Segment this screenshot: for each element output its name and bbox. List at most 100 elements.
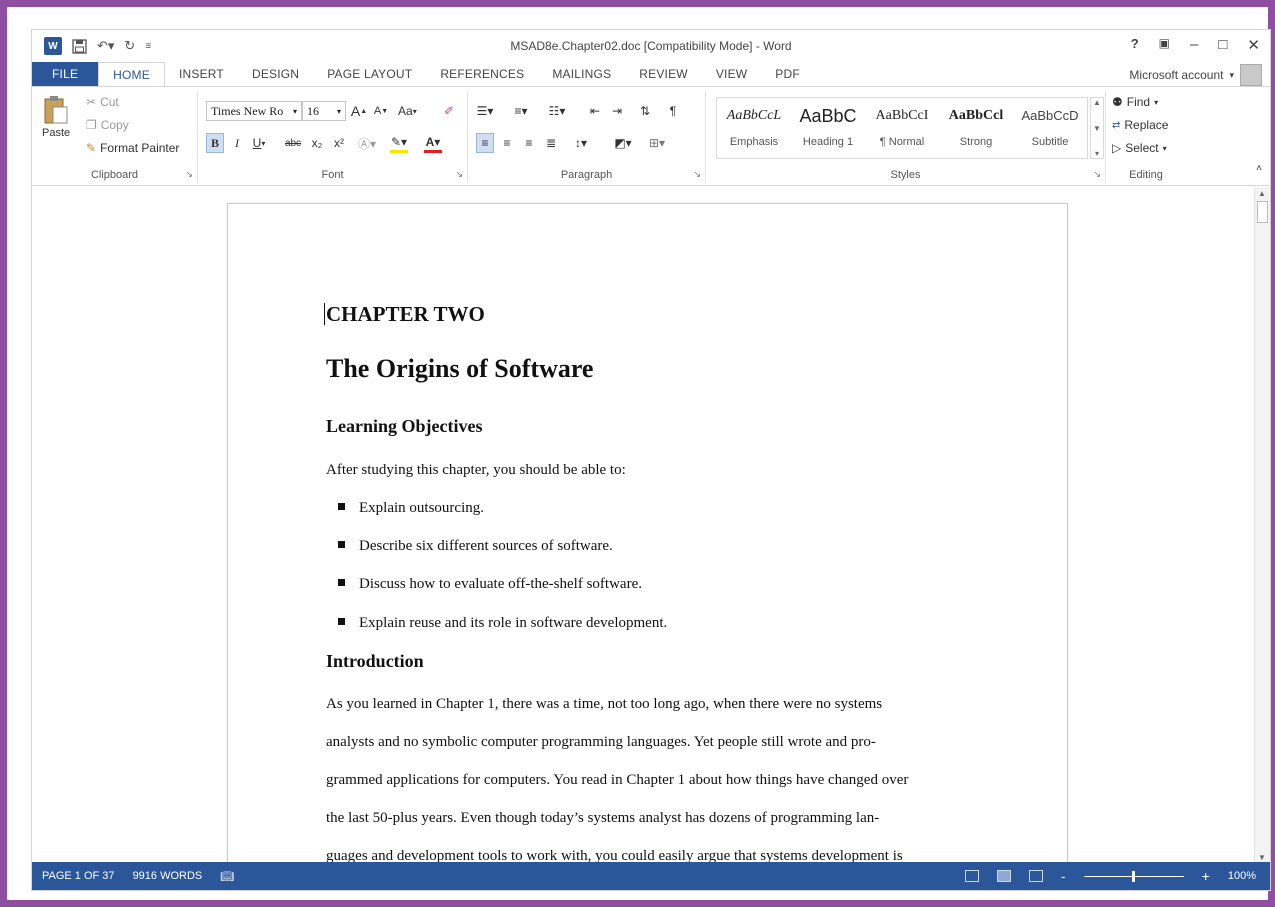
align-left-icon[interactable]: ≡ [476, 133, 494, 153]
minimize-button[interactable]: – [1190, 36, 1198, 54]
grow-font-icon[interactable]: A ▲ [350, 101, 368, 121]
page-count[interactable]: PAGE 1 OF 37 [42, 870, 115, 882]
maximize-button[interactable]: □ [1218, 36, 1227, 54]
ribbon-display-icon[interactable]: ▣ [1159, 36, 1170, 54]
word-count[interactable]: 9916 WORDS [133, 870, 203, 882]
clipboard-group-label: Clipboard [90, 169, 139, 181]
chapter-label: CHAPTER TWO [326, 302, 485, 326]
numbering-icon[interactable]: ≡▾ [512, 101, 530, 121]
replace-icon: ⇄ [1112, 119, 1121, 131]
chevron-up-icon[interactable]: ▲ [1093, 98, 1101, 107]
align-right-icon[interactable]: ≡ [520, 133, 538, 153]
font-size-value: 16 [307, 103, 319, 118]
help-icon[interactable]: ? [1131, 36, 1139, 54]
word-window: W ↶▾ ↻ ≡ MSAD8e.Chapter02.doc [Compatibi… [31, 29, 1271, 891]
avatar[interactable] [1240, 64, 1262, 86]
style-name: Strong [959, 136, 993, 148]
strikethrough-button[interactable]: abc [284, 133, 302, 153]
close-button[interactable]: ✕ [1247, 36, 1260, 54]
more-icon[interactable]: ▾ [1095, 149, 1099, 158]
chevron-down-icon: ▾ [292, 106, 297, 116]
pilcrow-icon[interactable]: ¶ [664, 101, 682, 121]
highlight-color-icon[interactable]: ✎▾ [390, 133, 408, 153]
font-name-select[interactable]: Times New Ro ▾ [206, 101, 302, 121]
style-strong[interactable]: AaBbCcl Strong [939, 102, 1013, 156]
style-subtitle[interactable]: AaBbCcD Subtitle [1013, 102, 1087, 156]
copy-button[interactable]: ❐ Copy [86, 118, 129, 132]
cut-button[interactable]: ✂ Cut [86, 95, 119, 109]
format-painter-button[interactable]: ✎ Format Painter [86, 141, 179, 155]
font-size-select[interactable]: 16 ▾ [302, 101, 346, 121]
zoom-in-button[interactable]: + [1202, 868, 1210, 884]
styles-group-label: Styles [890, 169, 921, 181]
tab-insert[interactable]: INSERT [165, 62, 238, 86]
multilevel-list-icon[interactable]: ☷▾ [548, 101, 566, 121]
style-normal[interactable]: AaBbCcI ¶ Normal [865, 102, 939, 156]
clear-formatting-icon[interactable]: ✐ [440, 101, 458, 121]
find-button[interactable]: ⚉ Find ▾ [1112, 95, 1158, 109]
objectives-intro: After studying this chapter, you should … [326, 462, 626, 478]
style-emphasis[interactable]: AaBbCcL Emphasis [717, 102, 791, 156]
vertical-scrollbar[interactable]: ▲ ▼ [1254, 187, 1270, 864]
change-case-button[interactable]: Aa ▾ [398, 101, 417, 121]
dialog-launcher-icon[interactable]: ↘ [1093, 169, 1101, 180]
replace-button[interactable]: ⇄ Replace [1112, 118, 1168, 132]
tab-references[interactable]: REFERENCES [426, 62, 538, 86]
tab-view[interactable]: VIEW [702, 62, 761, 86]
tab-file[interactable]: FILE [32, 62, 99, 86]
zoom-level[interactable]: 100% [1228, 870, 1256, 882]
document-page[interactable]: CHAPTER TWO The Origins of Software Lear… [227, 203, 1068, 864]
bold-button[interactable]: B [206, 133, 224, 153]
tab-design[interactable]: DESIGN [238, 62, 313, 86]
bullets-icon[interactable]: ☰▾ [476, 101, 494, 121]
scroll-up-icon[interactable]: ▲ [1258, 189, 1266, 198]
proofing-icon[interactable]: 📖︎ [220, 870, 234, 883]
italic-button[interactable]: I [228, 133, 246, 153]
font-color-icon[interactable]: A▾ [424, 133, 442, 153]
justify-icon[interactable]: ≣ [542, 133, 560, 153]
collapse-ribbon-icon[interactable]: ˄ [1256, 163, 1262, 174]
zoom-slider[interactable] [1083, 870, 1184, 882]
chevron-down-icon[interactable]: ▼ [1093, 124, 1101, 133]
ribbon-tabs: FILE HOME INSERT DESIGN PAGE LAYOUT REFE… [32, 62, 1270, 86]
borders-icon[interactable]: ⊞▾ [648, 133, 666, 153]
style-preview: AaBbCcl [948, 108, 1004, 123]
align-center-icon[interactable]: ≡ [498, 133, 516, 153]
scrollbar-thumb[interactable] [1257, 201, 1268, 223]
shading-icon[interactable]: ◩▾ [614, 133, 632, 153]
text-effects-icon[interactable]: Ⓐ▾ [358, 133, 376, 153]
window-title: MSAD8e.Chapter02.doc [Compatibility Mode… [510, 39, 792, 53]
print-layout-icon[interactable] [997, 870, 1011, 882]
select-button[interactable]: ▷ Select ▾ [1112, 141, 1167, 155]
scissors-icon: ✂ [86, 95, 97, 109]
styles-gallery-scroll[interactable]: ▲ ▼ ▾ [1090, 97, 1104, 159]
superscript-button[interactable]: x² [330, 133, 348, 153]
dialog-launcher-icon[interactable]: ↘ [693, 169, 701, 180]
paste-button[interactable]: Paste [42, 95, 70, 139]
tab-mailings[interactable]: MAILINGS [538, 62, 625, 86]
decrease-indent-icon[interactable]: ⇤ [586, 101, 604, 121]
tab-home[interactable]: HOME [98, 62, 165, 86]
styles-group: AaBbCcL Emphasis AaBbC Heading 1 AaBbCcI… [706, 91, 1106, 183]
shrink-font-icon[interactable]: A ▼ [372, 101, 390, 121]
tab-review[interactable]: REVIEW [625, 62, 702, 86]
tab-page-layout[interactable]: PAGE LAYOUT [313, 62, 426, 86]
read-mode-icon[interactable] [965, 870, 979, 882]
subscript-button[interactable]: x₂ [308, 133, 326, 153]
brush-icon: ✎ [86, 141, 97, 155]
paste-label: Paste [42, 127, 71, 139]
line-spacing-icon[interactable]: ↕▾ [572, 133, 590, 153]
scroll-down-icon[interactable]: ▼ [1258, 853, 1266, 862]
dialog-launcher-icon[interactable]: ↘ [185, 169, 193, 180]
sort-icon[interactable]: ⇅ [636, 101, 654, 121]
tab-pdf[interactable]: PDF [761, 62, 814, 86]
underline-button[interactable]: U ▾ [250, 133, 268, 153]
zoom-out-button[interactable]: - [1061, 868, 1066, 884]
dialog-launcher-icon[interactable]: ↘ [455, 169, 463, 180]
increase-indent-icon[interactable]: ⇥ [608, 101, 626, 121]
style-heading-1[interactable]: AaBbC Heading 1 [791, 102, 865, 156]
account-menu[interactable]: Microsoft account ▾ [1129, 64, 1262, 86]
change-case-label: Aa [398, 104, 413, 118]
web-layout-icon[interactable] [1029, 870, 1043, 882]
zoom-slider-knob[interactable] [1131, 870, 1135, 882]
